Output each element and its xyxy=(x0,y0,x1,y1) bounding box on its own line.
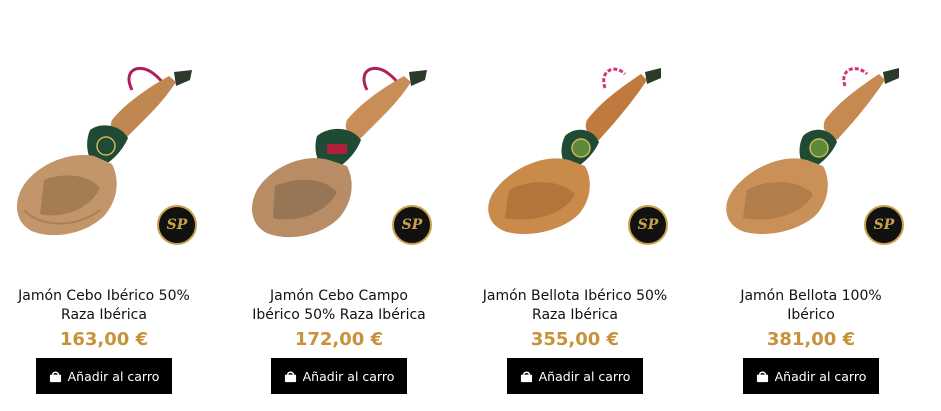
add-to-cart-label: Añadir al carro xyxy=(538,368,631,384)
product-title[interactable]: Jamón Bellota Ibérico 50% Raza Ibérica xyxy=(475,287,675,325)
add-to-cart-label: Añadir al carro xyxy=(302,368,395,384)
product-title-line1: Jamón Cebo Campo xyxy=(270,288,408,304)
add-to-cart-button[interactable]: Añadir al carro xyxy=(743,358,879,394)
product-price: 381,00 € xyxy=(766,329,856,350)
logo-text: SP xyxy=(637,217,659,233)
brand-logo: SP xyxy=(628,205,668,245)
product-title-line1: Jamón Bellota 100% xyxy=(740,288,882,304)
product-card: SP Jamón Bellota 100% Ibérico 381,00 € A… xyxy=(711,60,911,400)
product-grid: SP Jamón Cebo Ibérico 50% Raza Ibérica 1… xyxy=(0,0,941,411)
shopping-bag-icon xyxy=(284,370,296,382)
product-price: 163,00 € xyxy=(59,329,149,350)
product-image[interactable]: SP xyxy=(711,60,911,250)
product-title-line2: Ibérico 50% Raza Ibérica xyxy=(252,307,426,323)
product-title-line2: Raza Ibérica xyxy=(532,307,618,323)
add-to-cart-label: Añadir al carro xyxy=(774,368,867,384)
logo-text: SP xyxy=(873,217,895,233)
product-title-line1: Jamón Bellota Ibérico 50% xyxy=(482,288,668,304)
product-price: 355,00 € xyxy=(530,329,620,350)
product-image[interactable]: SP xyxy=(475,60,675,250)
shopping-bag-icon xyxy=(49,370,61,382)
product-title[interactable]: Jamón Cebo Campo Ibérico 50% Raza Ibéric… xyxy=(239,287,439,325)
add-to-cart-button[interactable]: Añadir al carro xyxy=(36,358,172,394)
product-title-line2: Raza Ibérica xyxy=(61,307,147,323)
shopping-bag-icon xyxy=(756,370,768,382)
product-title[interactable]: Jamón Bellota 100% Ibérico xyxy=(711,287,911,325)
product-title-line1: Jamón Cebo Ibérico 50% xyxy=(18,288,190,304)
logo-text: SP xyxy=(166,217,188,233)
product-price: 172,00 € xyxy=(294,329,384,350)
product-card: SP Jamón Cebo Campo Ibérico 50% Raza Ibé… xyxy=(239,60,439,400)
add-to-cart-button[interactable]: Añadir al carro xyxy=(507,358,643,394)
brand-logo: SP xyxy=(864,205,904,245)
product-image[interactable]: SP xyxy=(239,60,439,250)
add-to-cart-button[interactable]: Añadir al carro xyxy=(271,358,407,394)
logo-text: SP xyxy=(401,217,423,233)
add-to-cart-label: Añadir al carro xyxy=(67,368,160,384)
product-card: SP Jamón Bellota Ibérico 50% Raza Ibéric… xyxy=(475,60,675,400)
product-card: SP Jamón Cebo Ibérico 50% Raza Ibérica 1… xyxy=(4,60,204,400)
product-title[interactable]: Jamón Cebo Ibérico 50% Raza Ibérica xyxy=(4,287,204,325)
brand-logo: SP xyxy=(392,205,432,245)
brand-logo: SP xyxy=(157,205,197,245)
shopping-bag-icon xyxy=(520,370,532,382)
product-image[interactable]: SP xyxy=(4,60,204,250)
product-title-line2: Ibérico xyxy=(787,307,835,323)
